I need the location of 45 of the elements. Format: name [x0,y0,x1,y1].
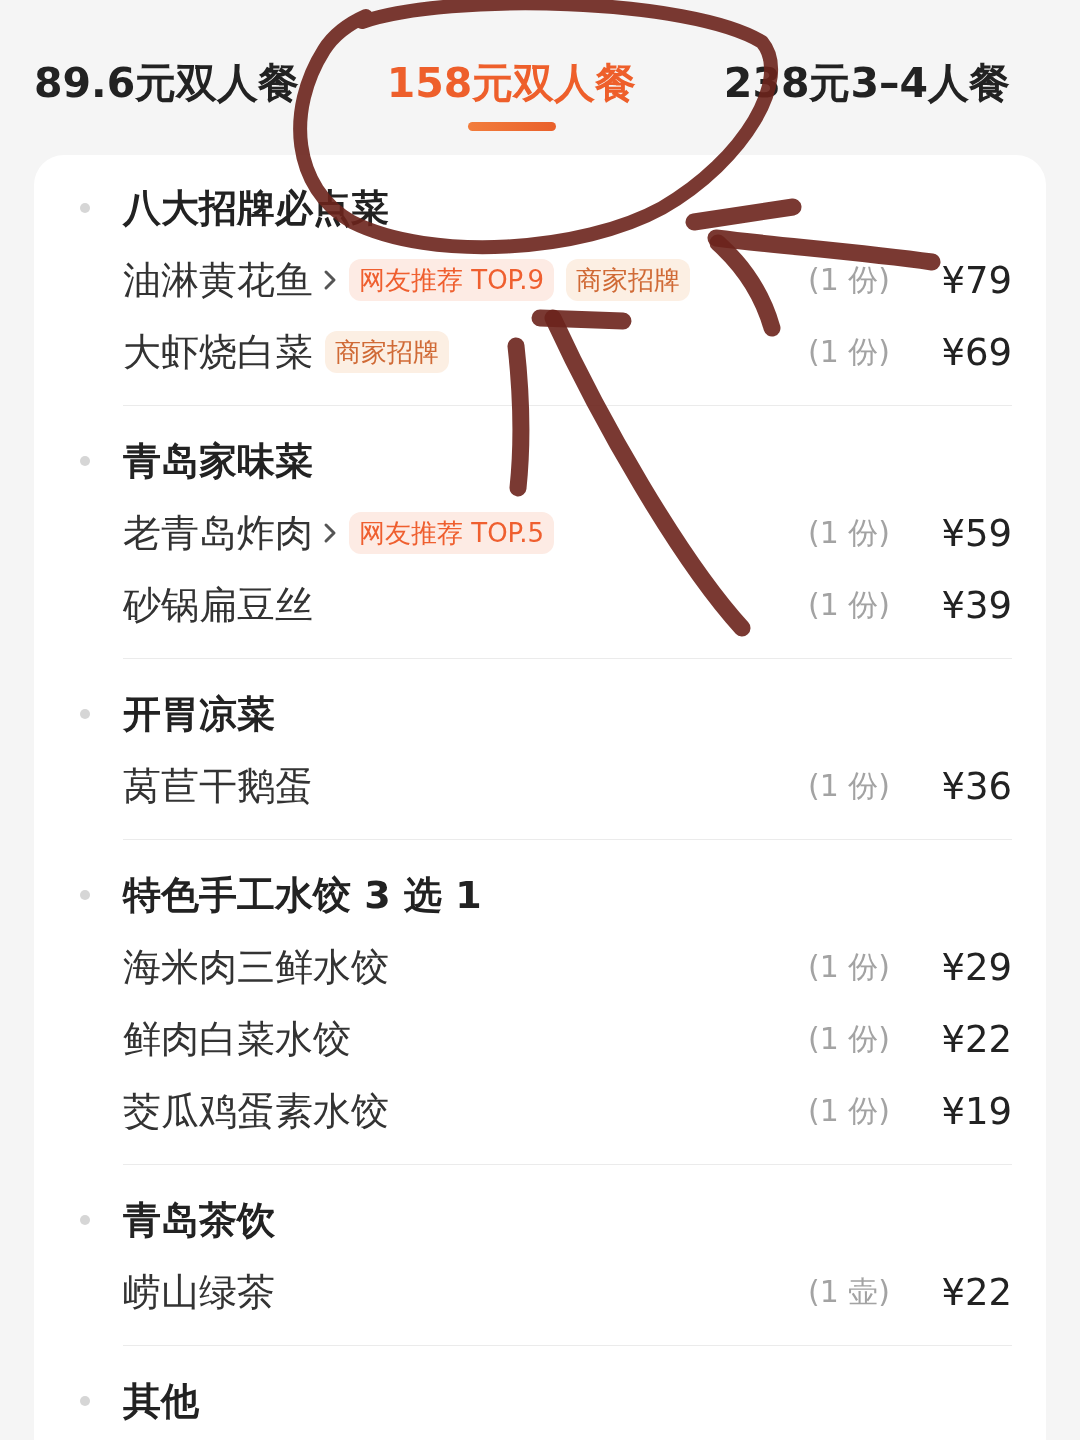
portion-label: (1 份) [807,1096,890,1126]
dish-price: ¥19 [940,1092,1012,1130]
chevron-right-icon[interactable] [323,522,337,544]
dish-name: 油淋黄花鱼 [123,257,313,303]
dish-name: 鲜肉白菜水饺 [123,1016,351,1062]
dish-tag: 网友推荐 TOP.5 [349,512,555,554]
portion-label: (1 壶) [807,1277,890,1307]
dish-name: 崂山绿茶 [123,1269,275,1315]
section-heading: 特色手工水饺 3 选 1 [123,872,482,918]
dish-price: ¥29 [940,948,1012,986]
chevron-right-icon[interactable] [323,269,337,291]
bullet-icon [80,890,90,900]
dish-price: ¥69 [940,333,1012,371]
portion-label: (1 份) [807,1024,890,1054]
dish-name: 莴苣干鹅蛋 [123,763,313,809]
dish-tag: 商家招牌 [566,259,691,301]
dish-name: 大虾烧白菜 [123,329,313,375]
dish-name: 老青岛炸肉 [123,510,313,556]
dish-price: ¥22 [940,1020,1012,1058]
section-heading: 开胃凉菜 [123,691,275,737]
bullet-icon [80,456,90,466]
portion-label: (1 份) [807,337,890,367]
portion-label: (1 份) [807,518,890,548]
dish-tag: 商家招牌 [325,331,449,373]
bullet-icon [80,1396,90,1406]
bullet-icon [80,203,90,213]
dish-name: 砂锅扁豆丝 [123,582,313,628]
bullet-icon [80,1215,90,1225]
dish-price: ¥39 [940,586,1012,624]
dish-price: ¥36 [940,767,1012,805]
section-heading: 其他 [123,1378,199,1424]
portion-label: (1 份) [807,590,890,620]
tab[interactable]: 89.6元双人餐 [34,58,300,108]
dish-tag: 网友推荐 TOP.9 [349,259,555,301]
section-heading: 青岛茶饮 [123,1197,275,1243]
dish-name: 茭瓜鸡蛋素水饺 [123,1088,389,1134]
portion-label: (1 份) [807,952,890,982]
section-heading: 青岛家味菜 [123,438,313,484]
dish-price: ¥79 [940,261,1012,299]
portion-label: (1 份) [807,771,890,801]
bullet-icon [80,709,90,719]
dish-name: 海米肉三鲜水饺 [123,944,389,990]
dish-price: ¥59 [940,514,1012,552]
portion-label: (1 份) [807,265,890,295]
dish-price: ¥22 [940,1273,1012,1311]
